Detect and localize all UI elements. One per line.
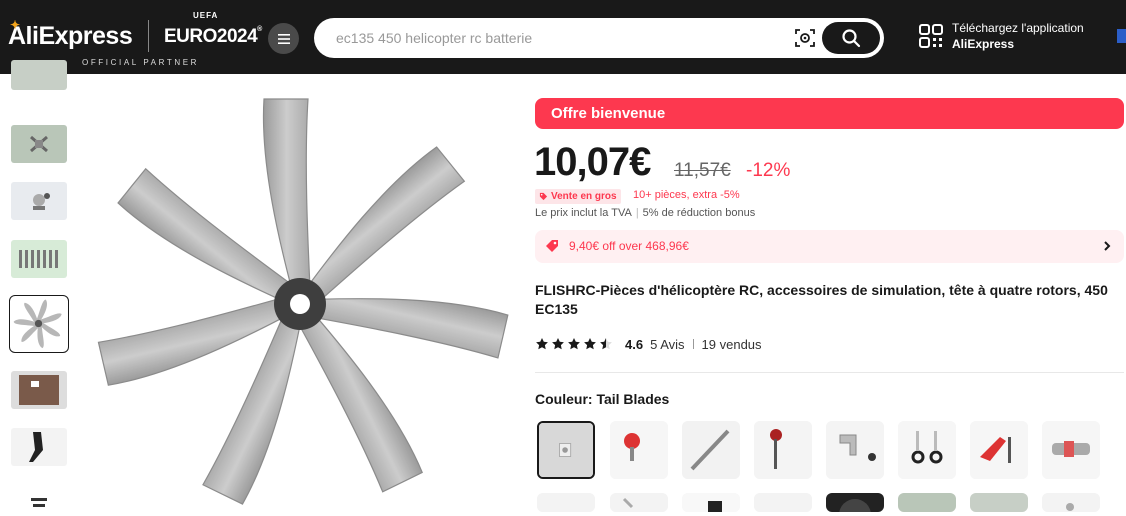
sold-count: 19 vendus (701, 336, 762, 352)
coupon-tag-icon (546, 240, 558, 252)
color-option[interactable] (682, 421, 740, 479)
thumbnail-item[interactable] (11, 125, 67, 163)
aliexpress-logo[interactable]: ✦ AliExpress (8, 18, 133, 51)
current-price: 10,07€ (534, 140, 651, 184)
logo-divider (148, 20, 149, 52)
bulk-discount-text: 10+ pièces, extra -5% (633, 189, 740, 201)
part-image (754, 493, 812, 512)
product-title: FLISHRC-Pièces d'hélicoptère RC, accesso… (535, 282, 1108, 317)
qr-code-icon[interactable] (918, 23, 944, 49)
euro-badge: EURO2024® (164, 26, 262, 47)
uefa-label: UEFA (193, 11, 219, 20)
logo-text: AliExpress (8, 22, 133, 50)
thumbnail-item[interactable] (11, 240, 67, 278)
image-search-icon[interactable] (794, 27, 816, 49)
bracket-image (826, 421, 884, 479)
app-line2: AliExpress (952, 37, 1015, 51)
rating-value: 4.6 (625, 336, 644, 352)
search-icon (842, 29, 861, 48)
star-icon (568, 338, 580, 350)
color-option[interactable] (754, 493, 812, 512)
half-star-icon (600, 338, 612, 350)
rotor-head-image (30, 135, 48, 153)
thumbnail-item[interactable] (11, 60, 67, 90)
part-image (970, 493, 1028, 512)
tax-text: Le prix inclut la TVA (535, 207, 632, 219)
top-header: ✦ AliExpress UEFA EURO2024® OFFICIAL PAR… (0, 0, 1126, 74)
hamburger-icon (277, 33, 290, 44)
part-image (610, 493, 668, 512)
shaft-image (682, 421, 740, 479)
tag-icon (539, 192, 548, 201)
thumbnail-strip (0, 60, 80, 516)
ball-links-image (898, 421, 956, 479)
color-option[interactable] (898, 421, 956, 479)
rating-row: 4.6 5 Avis 19 vendus (535, 336, 762, 352)
part-image (537, 493, 595, 512)
color-option[interactable] (682, 493, 740, 512)
download-app-link[interactable]: Téléchargez l'application AliExpress (952, 20, 1084, 52)
color-option[interactable] (970, 421, 1028, 479)
color-option[interactable] (1042, 421, 1100, 479)
main-product-image[interactable] (84, 96, 516, 512)
tax-info: Le prix inclut la TVA | 5% de réduction bo… (535, 207, 756, 219)
app-line1: Téléchargez l'application (952, 21, 1084, 35)
tail-lever-image (970, 421, 1028, 479)
divider (535, 372, 1124, 373)
coupon-text: 9,40€ off over 468,96€ (569, 239, 689, 253)
discount-percent: -12% (746, 160, 791, 181)
part-image (31, 498, 47, 507)
bulk-badge-label: Vente en gros (551, 191, 617, 202)
blade-thumbnail-image (13, 299, 62, 349)
welcome-offer-banner: Offre bienvenue (535, 98, 1124, 129)
color-label: Couleur: Tail Blades (535, 391, 670, 407)
color-option[interactable] (826, 493, 884, 512)
part-image (1042, 493, 1100, 512)
bearing-image (539, 423, 593, 477)
logo-star-icon: ✦ (10, 18, 20, 32)
color-option[interactable] (1042, 493, 1100, 512)
wheel-image (826, 493, 884, 512)
part-image (682, 493, 740, 512)
color-option[interactable] (970, 493, 1028, 512)
star-icon (536, 338, 548, 350)
search-button[interactable] (822, 22, 880, 54)
rotor-head-red-image (610, 421, 668, 479)
search-input[interactable] (336, 28, 776, 48)
hardware-image (33, 193, 50, 210)
color-option[interactable] (898, 493, 956, 512)
star-icon (552, 338, 564, 350)
tail-hub-image (1042, 421, 1100, 479)
color-option[interactable] (826, 421, 884, 479)
thumbnail-item[interactable] (11, 494, 67, 516)
frame-kit-image (19, 375, 59, 405)
thumbnail-item[interactable] (11, 182, 67, 220)
thumbnail-item[interactable] (11, 428, 67, 466)
reviews-link[interactable]: 5 Avis (650, 337, 684, 352)
thumbnail-item[interactable] (11, 371, 67, 409)
star-icon (584, 338, 596, 350)
main-rotor-image (754, 421, 812, 479)
bulk-badge: Vente en gros (535, 189, 621, 204)
original-price: 11,57€ (674, 160, 731, 181)
rating-separator (692, 339, 694, 349)
color-option[interactable] (610, 421, 668, 479)
tail-fin-image (29, 432, 43, 462)
part-image (898, 493, 956, 512)
color-option[interactable] (754, 421, 812, 479)
bonus-text: 5% de réduction bonus (642, 207, 756, 219)
color-option[interactable] (537, 493, 595, 512)
country-flag-icon[interactable] (1117, 29, 1126, 43)
color-option-tail-blades[interactable] (537, 421, 595, 479)
star-rating (535, 337, 613, 351)
partner-label: OFFICIAL PARTNER (82, 58, 200, 67)
color-option[interactable] (610, 493, 668, 512)
menu-button[interactable] (268, 23, 299, 54)
search-bar (314, 18, 884, 58)
chevron-right-icon (1104, 241, 1111, 251)
thumbnail-item-selected[interactable] (9, 295, 69, 353)
coupon-banner[interactable]: 9,40€ off over 468,96€ (535, 230, 1124, 263)
screws-image (19, 250, 58, 268)
